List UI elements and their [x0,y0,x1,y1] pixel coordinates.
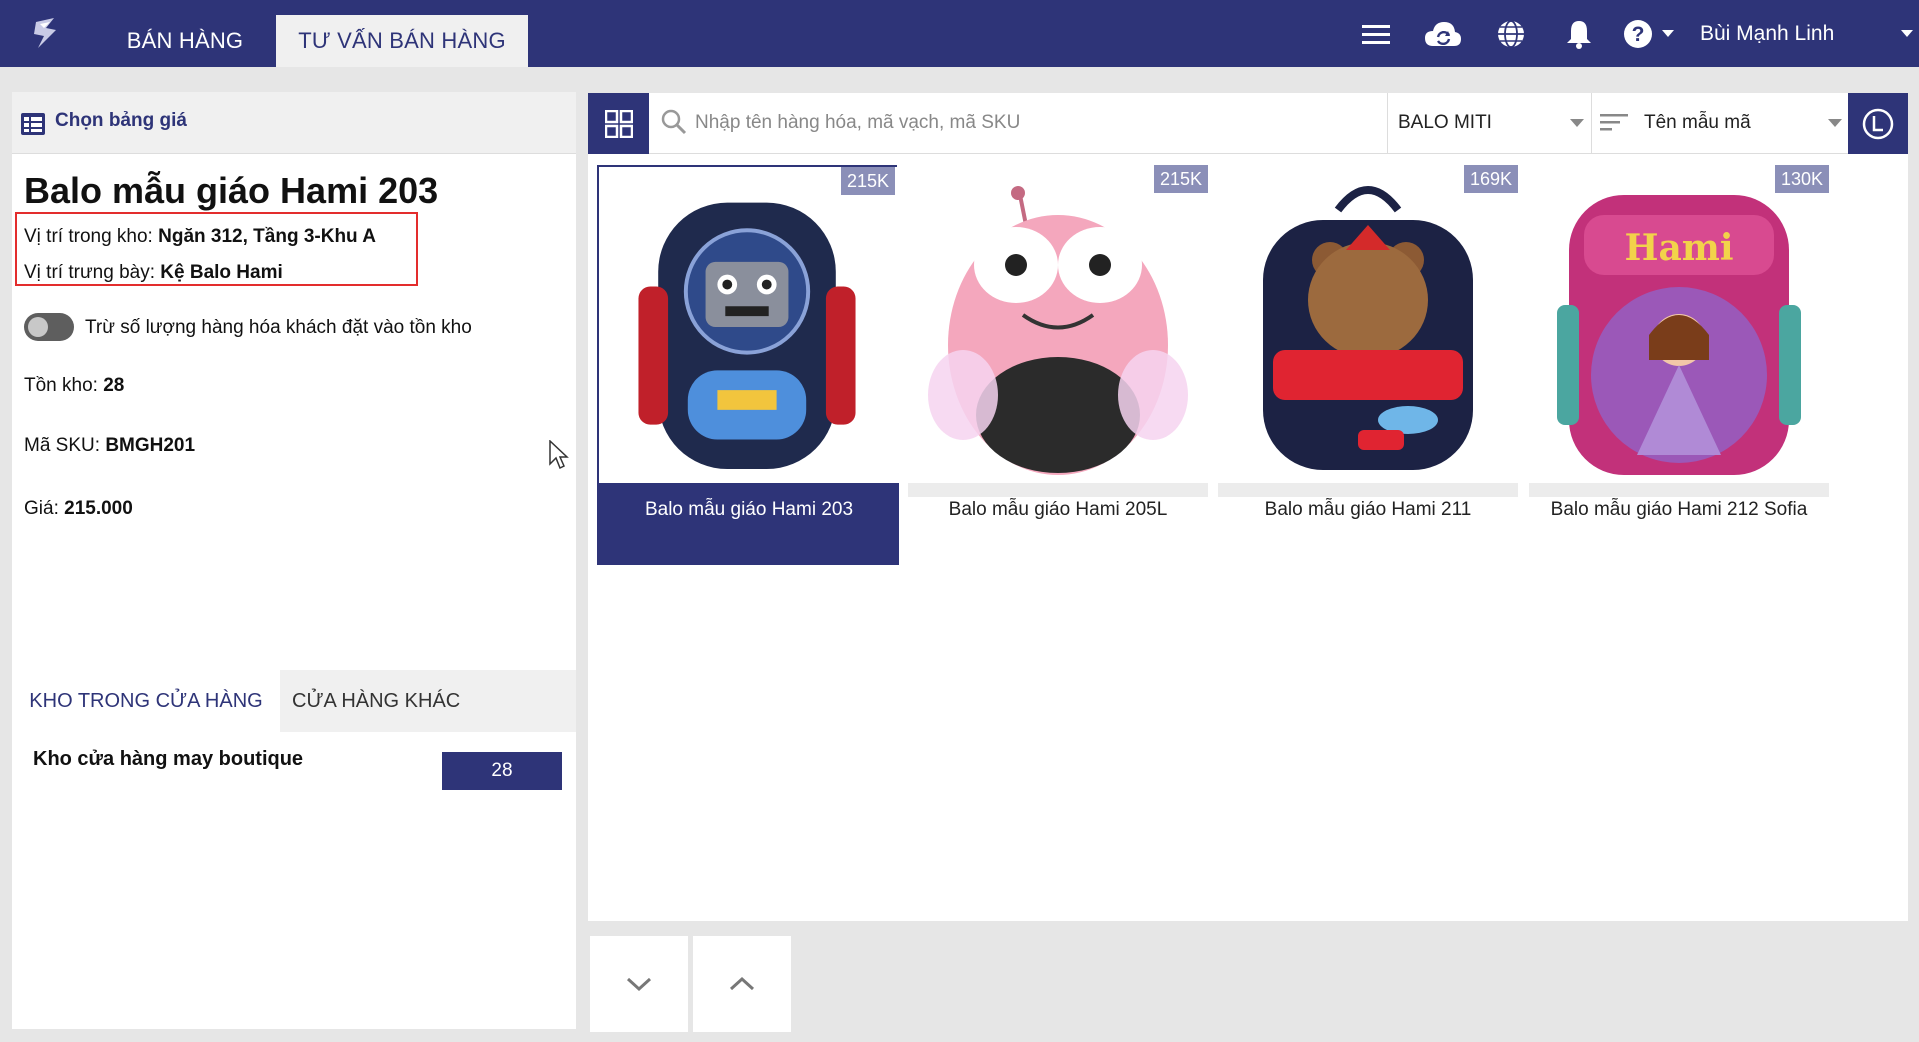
deduct-stock-label: Trừ số lượng hàng hóa khách đặt vào tồn … [85,317,472,338]
cloud-sync-icon[interactable] [1423,14,1463,54]
price-badge: 130K [1774,165,1829,193]
product-detail-panel: Chọn bảng giá Balo mẫu giáo Hami 203 Vị … [12,92,576,1029]
grid-view-button[interactable] [588,93,649,154]
clock-icon [1862,108,1894,139]
price-list-selector[interactable]: Chọn bảng giá [12,92,576,154]
toggle-knob [28,317,48,337]
search-input[interactable] [695,103,1375,143]
scroll-down-button[interactable] [590,936,688,1032]
user-name[interactable]: Bùi Mạnh Linh [1700,20,1834,48]
display-location-label: Vị trí trưng bày: [24,262,155,283]
stock-label: Tồn kho: [24,375,98,396]
product-image [1218,165,1518,483]
product-name: Balo mẫu giáo Hami 205L [948,499,1168,520]
product-title: Balo mẫu giáo Hami 203 [24,170,439,211]
warehouse-location-label: Vị trí trong kho: [24,226,153,247]
svg-text:Hami: Hami [1624,227,1733,269]
sort-value: Tên mẫu mã [1644,112,1751,133]
tab-cua-hang-khac[interactable]: CỬA HÀNG KHÁC [292,670,492,732]
globe-icon[interactable] [1491,14,1531,54]
search-bar [649,93,1387,154]
sort-chevron-down-icon [1828,119,1842,127]
product-name: Balo mẫu giáo Hami 212 Sofia [1550,499,1808,520]
price-badge: 169K [1463,165,1518,193]
category-filter-value: BALO MITI [1398,112,1492,133]
product-grid-area: BALO MITI Tên mẫu mã 215 [588,93,1908,921]
price-badge: 215K [840,167,895,195]
stock-tabs: KHO TRONG CỬA HÀNG CỬA HÀNG KHÁC [12,670,576,732]
product-image [599,167,899,485]
sku-value: BMGH201 [105,435,196,456]
sku-info: Mã SKU: BMGH201 [24,435,195,457]
tab-kho-trong-cua-hang[interactable]: KHO TRONG CỬA HÀNG [12,670,280,732]
warehouse-location: Vị trí trong kho: Ngăn 312, Tầng 3-Khu A [24,226,376,248]
app-logo-icon[interactable] [28,14,64,52]
price-info: Giá: 215.000 [24,498,133,520]
product-image: Hami [1529,165,1829,483]
store-qty-badge: 28 [442,752,562,790]
tab-ban-hang[interactable]: BÁN HÀNG [110,15,260,67]
product-card[interactable]: Hami 130K Balo mẫu giáo Hami 212 Sofia [1529,165,1829,565]
sort-dropdown[interactable]: Tên mẫu mã [1591,93,1848,154]
price-badge: 215K [1153,165,1208,193]
sku-label: Mã SKU: [24,435,101,456]
product-image [908,165,1208,483]
help-icon[interactable]: ? [1618,14,1658,54]
price-table-icon [20,112,46,141]
grid-icon [604,109,633,138]
price-label: Giá: [24,498,59,519]
sort-icon [1600,113,1628,138]
warehouse-location-value: Ngăn 312, Tầng 3-Khu A [158,226,376,247]
display-location: Vị trí trưng bày: Kệ Balo Hami [24,262,283,284]
product-card[interactable]: 169K Balo mẫu giáo Hami 211 [1218,165,1518,565]
tab-tu-van-ban-hang[interactable]: TƯ VẤN BÁN HÀNG [276,15,528,67]
bell-icon[interactable] [1559,14,1599,54]
help-chevron-down-icon[interactable] [1662,30,1674,37]
chevron-down-icon [626,977,652,992]
svg-text:?: ? [1632,23,1645,46]
product-name: Balo mẫu giáo Hami 203 [599,483,899,565]
stock-info: Tồn kho: 28 [24,375,124,397]
price-list-label: Chọn bảng giá [55,110,187,131]
mouse-cursor-icon [549,439,569,475]
category-filter-dropdown[interactable]: BALO MITI [1387,93,1591,154]
scroll-up-button[interactable] [693,936,791,1032]
top-bar: BÁN HÀNG TƯ VẤN BÁN HÀNG ? Bùi Mạnh Linh [0,0,1919,67]
history-button[interactable] [1848,93,1908,154]
product-card[interactable]: 215K Balo mẫu giáo Hami 205L [908,165,1208,565]
price-value: 215.000 [64,498,133,519]
product-name: Balo mẫu giáo Hami 211 [1264,499,1472,520]
category-chevron-down-icon [1570,119,1584,127]
deduct-stock-toggle[interactable] [24,313,74,341]
search-icon [661,109,687,140]
store-name: Kho cửa hàng may boutique [33,748,304,770]
chevron-up-icon [729,976,755,991]
stock-value: 28 [103,375,125,396]
product-card[interactable]: 215K Balo mẫu giáo Hami 203 [597,165,899,565]
display-location-value: Kệ Balo Hami [160,262,283,283]
user-chevron-down-icon[interactable] [1901,30,1913,37]
menu-icon[interactable] [1356,14,1396,54]
